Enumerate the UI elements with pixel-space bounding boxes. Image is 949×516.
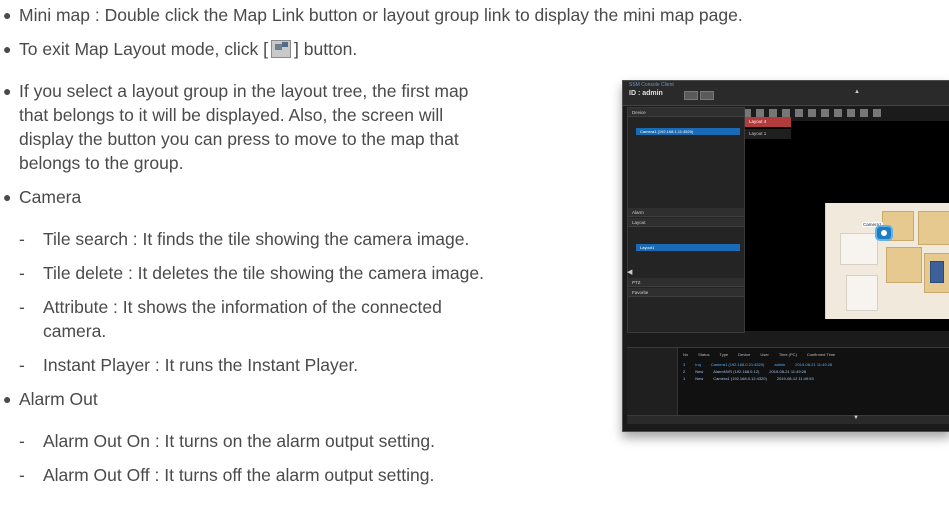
device-header[interactable]: Device — [628, 108, 744, 117]
col-time: Time (PC) — [778, 352, 797, 357]
dash: - — [19, 431, 25, 451]
ptz-header[interactable]: PTZ — [628, 278, 744, 287]
dash: - — [19, 297, 25, 317]
toolbar-button[interactable] — [700, 91, 714, 100]
tool-icon[interactable] — [847, 109, 855, 117]
left-panel: Device Camera1 (192.168.1.11:4520) Alarm… — [627, 107, 745, 333]
alarm-out-on-text: Alarm Out On : It turns on the alarm out… — [43, 431, 435, 451]
table-row[interactable]: 2 New AlarmNVR (192.168.0.12) 2019-08-21… — [683, 369, 806, 374]
col-type: Type — [719, 352, 729, 357]
screenshot-topbar: SSM Console Client ID : admin ▲ — [623, 81, 949, 106]
room — [840, 233, 878, 265]
layout-group-text-line3: display the button you can press to move… — [19, 129, 459, 149]
collapse-arrow-icon[interactable]: ▼ — [853, 415, 859, 421]
table-row[interactable]: 1 New Camera1 (192.168.0.12:4320) 2019-0… — [683, 376, 814, 381]
alarm-out-heading: Alarm Out — [19, 389, 98, 409]
bullet: ● — [3, 189, 12, 205]
mini-map-text: Mini map : Double click the Map Link but… — [19, 5, 743, 25]
bullet: ● — [3, 391, 12, 407]
attribute-text-line1: Attribute : It shows the information of … — [43, 297, 442, 317]
tool-icon[interactable] — [834, 109, 842, 117]
selected-camera[interactable]: Camera1 (192.168.1.11:4520) — [636, 128, 740, 135]
app-title: SSM Console Client — [629, 82, 674, 88]
col-status: Status — [698, 352, 710, 357]
tile-delete-text: Tile delete : It deletes the tile showin… — [43, 263, 484, 283]
bed — [930, 261, 944, 283]
layout-tab[interactable]: Layout 1 — [745, 129, 791, 139]
room — [918, 211, 949, 245]
bullet: ● — [3, 7, 12, 23]
selected-layout[interactable]: Layout1 — [636, 244, 740, 251]
event-table-header: No Status Type Device User Time (PC) Con… — [683, 352, 835, 357]
alarm-header[interactable]: Alarm — [628, 208, 744, 217]
layout-group-text-line2: that belongs to it will be displayed. Al… — [19, 105, 444, 125]
col-user: User — [760, 352, 769, 357]
event-tree — [627, 348, 678, 424]
layout-group-text-line4: belongs to the group. — [19, 153, 184, 173]
tool-icon[interactable] — [769, 109, 777, 117]
floor-plan-image — [825, 203, 949, 319]
layout-group-text-line1: If you select a layout group in the layo… — [19, 81, 469, 101]
bullet: ● — [3, 83, 12, 99]
tool-icon[interactable] — [782, 109, 790, 117]
manual-page: ● Mini map : Double click the Map Link b… — [0, 0, 949, 516]
col-device: Device — [738, 352, 751, 357]
camera-heading: Camera — [19, 187, 82, 207]
layout-header[interactable]: Layout — [628, 218, 744, 227]
dash: - — [19, 229, 25, 249]
dash: - — [19, 355, 25, 375]
room — [846, 275, 878, 311]
favorite-header[interactable]: Favorite — [628, 288, 744, 297]
event-panel: No Status Type Device User Time (PC) Con… — [627, 347, 949, 424]
status-bar: ▼ — [627, 415, 949, 424]
exit-text-before: To exit Map Layout mode, click [ — [19, 39, 268, 59]
exit-text-after: ] button. — [294, 39, 358, 59]
tool-icon[interactable] — [873, 109, 881, 117]
col-confirmed: Confirmed Time — [806, 352, 836, 357]
user-id: ID : admin — [629, 90, 663, 97]
map-layout-screenshot: SSM Console Client ID : admin ▲ Device C… — [622, 80, 949, 432]
expand-arrow-icon[interactable]: ◀ — [627, 268, 632, 276]
dash: - — [19, 263, 25, 283]
col-no: No — [683, 352, 689, 357]
layout-tab-active[interactable]: Layout 4 — [745, 117, 791, 127]
dash: - — [19, 465, 25, 485]
room — [886, 247, 922, 283]
exit-map-layout-text: To exit Map Layout mode, click [ ] button… — [19, 38, 357, 60]
map-layout-icon — [271, 40, 291, 58]
tile-search-text: Tile search : It finds the tile showing … — [43, 229, 470, 249]
camera-map-icon[interactable] — [877, 227, 891, 239]
tool-icon[interactable] — [756, 109, 764, 117]
tool-icon[interactable] — [860, 109, 868, 117]
attribute-text-line2: camera. — [43, 321, 107, 341]
collapse-arrow-icon[interactable]: ▲ — [854, 89, 860, 95]
table-row[interactable]: 3 Inq Camera1 (192.168.0.21:4520) admin … — [683, 362, 832, 367]
instant-player-text: Instant Player : It runs the Instant Pla… — [43, 355, 359, 375]
tool-icon[interactable] — [795, 109, 803, 117]
alarm-out-off-text: Alarm Out Off : It turns off the alarm o… — [43, 465, 435, 485]
toolbar-button[interactable] — [684, 91, 698, 100]
tool-icon[interactable] — [821, 109, 829, 117]
tool-icon[interactable] — [808, 109, 816, 117]
bullet: ● — [3, 41, 12, 57]
